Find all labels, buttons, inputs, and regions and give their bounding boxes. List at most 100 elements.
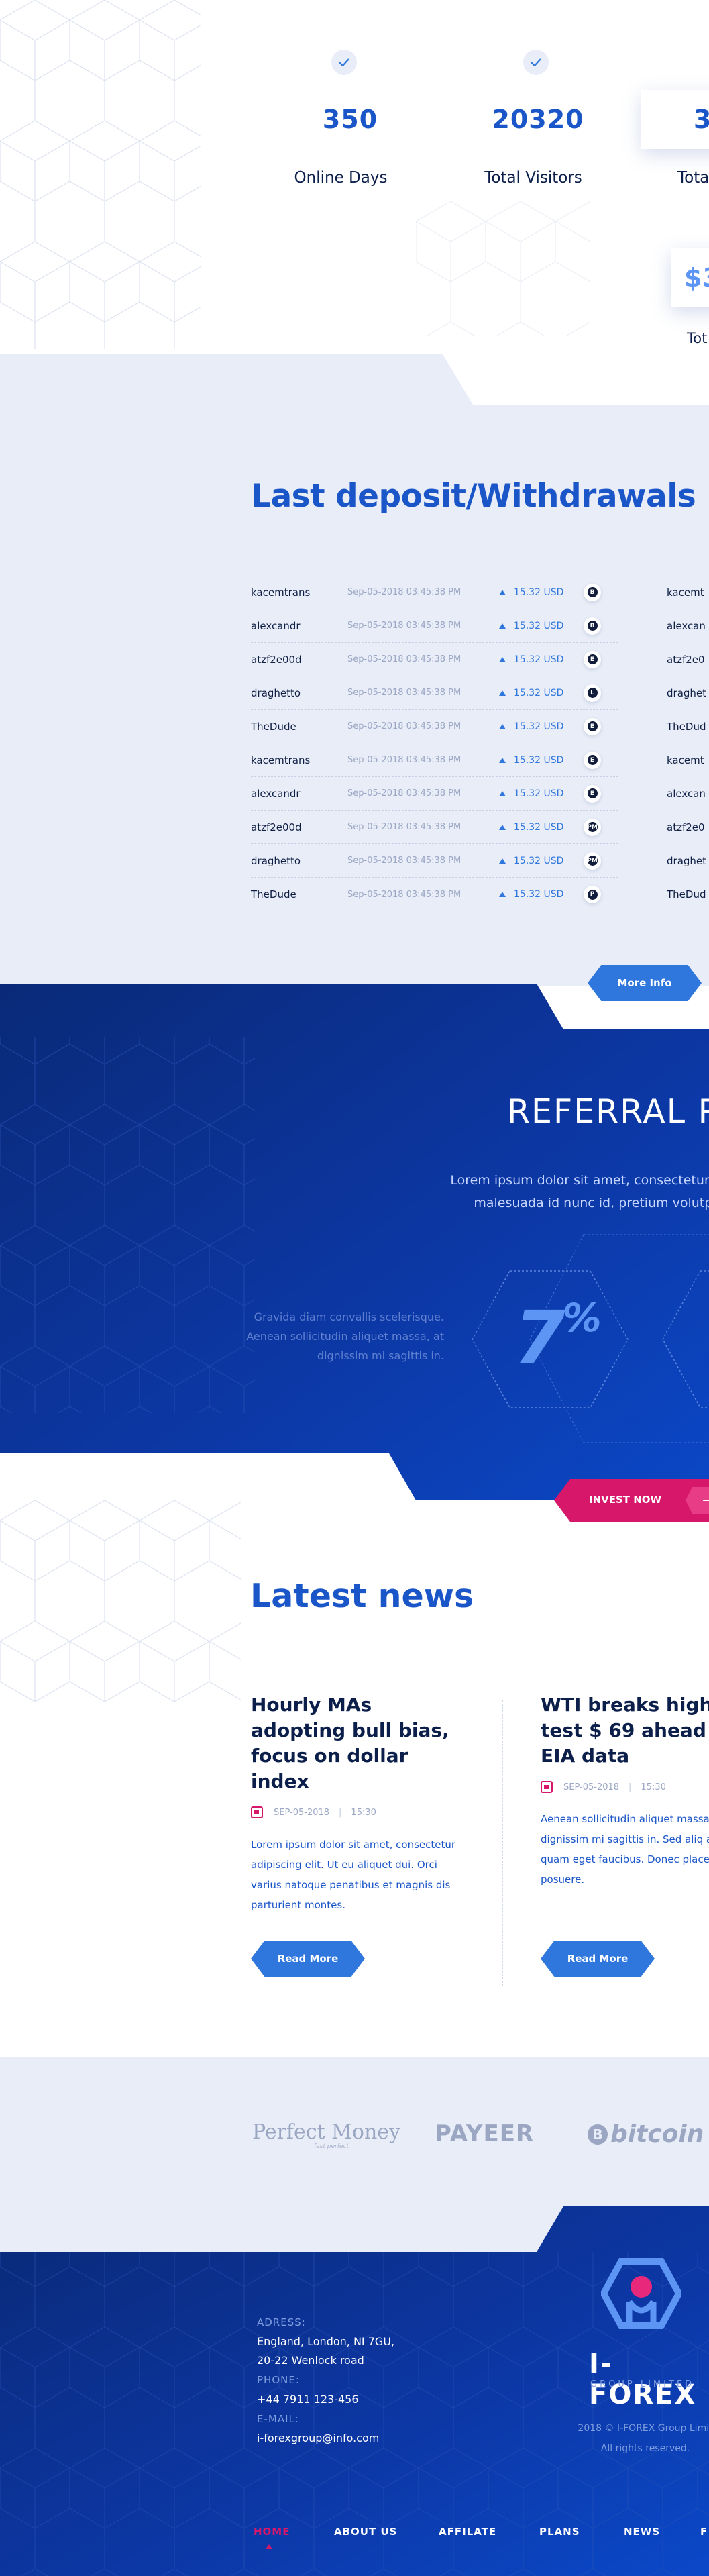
referral-percent: 7%: [514, 1295, 602, 1381]
table-row: kacemtrans Sep-05-2018 03:45:38 PM 15.32…: [251, 576, 618, 609]
footer-nav-news[interactable]: NEWS: [624, 2526, 660, 2538]
arrow-up-icon: [499, 623, 506, 629]
arrow-up-icon: [499, 723, 506, 729]
arrow-up-icon: [499, 589, 506, 595]
news-time: 15:30: [351, 1807, 376, 1818]
table-row: TheDude Sep-05-2018 03:45:38 PM 15.32 US…: [251, 878, 618, 911]
perfect-money-tagline: fast perfect: [314, 2143, 349, 2150]
email-label: E-MAIL:: [257, 2413, 299, 2425]
phone-value[interactable]: +44 7911 123-456: [257, 2393, 359, 2406]
footer-nav-plans[interactable]: PLANS: [539, 2526, 580, 2538]
dep-user: draghet: [667, 687, 707, 699]
stat-value: 20320: [492, 105, 584, 134]
news-body: Lorem ipsum dolor sit amet, consectetur …: [251, 1839, 456, 1911]
dep-date: Sep-05-2018 03:45:38 PM: [347, 587, 461, 597]
dep-user: alexcan: [667, 788, 706, 800]
dep-user: draghet: [667, 855, 707, 867]
calendar-icon: [541, 1781, 553, 1793]
footer-nav-about[interactable]: ABOUT US: [334, 2526, 397, 2538]
dep-date: Sep-05-2018 03:45:38 PM: [347, 721, 461, 731]
dep-user: kacemtrans: [251, 586, 311, 599]
read-more-button[interactable]: Read More: [251, 1941, 365, 1977]
table-row: alexcandr Sep-05-2018 03:45:38 PM 15.32 …: [251, 777, 618, 811]
bitcoin-label: bitcoin: [610, 2120, 704, 2148]
dep-user: atzf2e0: [667, 654, 705, 666]
hex-pattern-mid: [416, 201, 590, 336]
dep-user: kacemt: [667, 754, 704, 766]
check-icon: [523, 50, 549, 75]
bitcoin-logo[interactable]: B bitcoin: [588, 2120, 704, 2148]
perfect-money-logo[interactable]: Perfect Money: [252, 2120, 400, 2144]
perfect-money-icon: PM: [584, 852, 601, 870]
deposits-table-second: kacemt alexcan atzf2e0 draghet TheDud ka…: [667, 576, 706, 911]
news-divider: [502, 1700, 503, 1986]
table-row: kacemtrans Sep-05-2018 03:45:38 PM 15.32…: [251, 743, 618, 777]
news-headline[interactable]: WTI breaks highe test $ 69 ahead o EIA d…: [541, 1692, 709, 1769]
payeer-logo[interactable]: PAYEER: [435, 2120, 534, 2147]
table-row: draghetto Sep-05-2018 03:45:38 PM 15.32 …: [251, 676, 618, 710]
ethereum-icon: E: [584, 784, 601, 803]
stat-total-visitors-box: 20320: [453, 90, 622, 149]
litecoin-icon: L: [584, 684, 601, 702]
brand-subtitle: GROUP LIMITED: [590, 2379, 695, 2389]
dep-amount: 15.32 USD: [514, 687, 564, 699]
stat-value: 3: [694, 105, 709, 134]
deposits-table: kacemtrans Sep-05-2018 03:45:38 PM 15.32…: [251, 576, 618, 911]
hex-pattern-news: [0, 1500, 241, 1702]
dep-user: kacemtrans: [251, 754, 311, 766]
read-more-button[interactable]: Read More: [541, 1941, 655, 1977]
dep-amount: 15.32 USD: [514, 889, 564, 900]
more-info-button[interactable]: More Info: [588, 965, 702, 1001]
stat-label: Tota: [677, 169, 709, 187]
table-row: atzf2e00d Sep-05-2018 03:45:38 PM 15.32 …: [251, 811, 618, 844]
dep-amount: 15.32 USD: [514, 788, 564, 799]
stat-total-box: 3: [641, 90, 709, 149]
dep-user: alexcandr: [251, 619, 301, 632]
payeer-icon: P: [584, 886, 601, 903]
check-icon: [331, 50, 357, 75]
page: 350 20320 3 Online Days Total Visitors T…: [0, 0, 709, 2576]
table-row: TheDude Sep-05-2018 03:45:38 PM 15.32 US…: [251, 710, 618, 743]
referral-text-line: malesuada id nunc id, pretium volutpat n…: [474, 1196, 709, 1210]
arrow-up-icon: [499, 824, 506, 830]
arrow-up-icon: [499, 892, 506, 897]
arrow-up-icon: [499, 757, 506, 763]
dep-user: alexcan: [667, 620, 706, 632]
news-headline[interactable]: Hourly MAs adopting bull bias, focus on …: [251, 1692, 466, 1794]
invest-now-label: INVEST NOW: [589, 1494, 662, 1506]
bitcoin-icon: B: [584, 583, 601, 601]
email-value[interactable]: i-forexgroup@info.com: [257, 2432, 379, 2444]
footer-nav-home[interactable]: HOME: [254, 2526, 290, 2538]
dep-date: Sep-05-2018 03:45:38 PM: [347, 688, 461, 698]
news-time: 15:30: [641, 1782, 666, 1792]
stat-label: Total Visitors: [484, 169, 582, 187]
stat-extra-box: $3: [671, 248, 709, 307]
percent-sign: %: [562, 1295, 602, 1341]
dep-user: TheDude: [251, 888, 296, 900]
stat-value: $3: [684, 263, 709, 293]
bitcoin-icon: B: [584, 617, 601, 635]
dep-user: atzf2e0: [667, 821, 705, 833]
news-meta: SEP-05-2018 | 15:30: [541, 1781, 709, 1793]
dep-date: Sep-05-2018 03:45:38 PM: [347, 889, 461, 900]
address-label: ADRESS:: [257, 2316, 306, 2328]
deposits-title: Last deposit/Withdrawals: [251, 478, 696, 515]
hex-pattern-top: [0, 0, 201, 349]
stat-online-days-box: 350: [266, 90, 435, 149]
dep-amount: 15.32 USD: [514, 855, 564, 866]
rights-line: All rights reserved.: [600, 2443, 690, 2454]
copyright: 2018 © I-FOREX Group Limit All rights re…: [565, 2418, 709, 2459]
dep-amount: 15.32 USD: [514, 654, 564, 665]
footer-nav-more[interactable]: F: [700, 2526, 708, 2538]
arrow-up-icon: [499, 690, 506, 696]
hexagon-next: [662, 1270, 709, 1408]
active-indicator: [266, 2544, 272, 2549]
news-meta: SEP-05-2018 | 15:30: [251, 1806, 470, 1818]
arrow-up-icon: [499, 790, 506, 796]
brand-logo-icon[interactable]: [601, 2255, 681, 2335]
dep-user: alexcandr: [251, 787, 301, 800]
address-line: 20-22 Wenlock road: [257, 2354, 364, 2367]
footer-nav-affilate[interactable]: AFFILATE: [439, 2526, 496, 2538]
referral-side-text: Gravida diam convallis scelerisque. Aene…: [246, 1310, 444, 1362]
percent-value: 7: [514, 1295, 565, 1381]
